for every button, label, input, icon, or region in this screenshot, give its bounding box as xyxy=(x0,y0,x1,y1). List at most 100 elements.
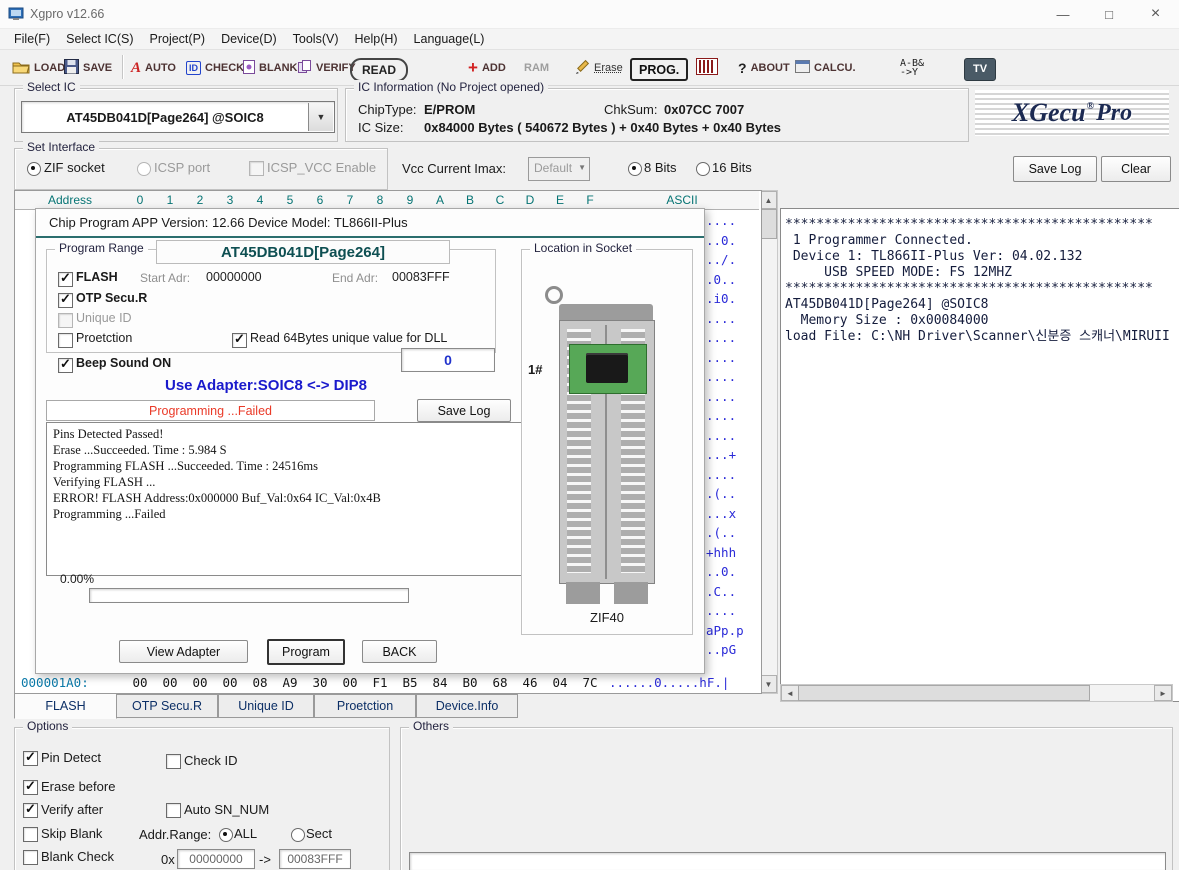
auto-sn-checkbox[interactable] xyxy=(166,803,181,818)
scroll-down-button[interactable]: ▼ xyxy=(760,675,777,693)
otp-checkbox[interactable] xyxy=(58,293,73,308)
folder-icon xyxy=(12,60,30,77)
blank-check-checkbox[interactable] xyxy=(23,850,38,865)
zif-socket-radio[interactable] xyxy=(27,162,41,176)
menu-device[interactable]: Device(D) xyxy=(213,32,285,46)
verify-button[interactable]: VERIFY xyxy=(298,56,356,80)
ascii-fragment: .... xyxy=(706,350,736,365)
ic-combo-dropdown-button[interactable]: ▼ xyxy=(308,103,333,131)
read64-checkbox[interactable] xyxy=(232,333,247,348)
ascii-fragment: .0.. xyxy=(706,272,736,287)
maximize-button[interactable]: □ xyxy=(1086,0,1132,28)
dialog-title: Chip Program xyxy=(49,215,129,230)
calculator-icon xyxy=(795,60,810,76)
window-title: Xgpro v12.66 xyxy=(30,7,104,21)
ic-combo[interactable]: AT45DB041D[Page264] @SOIC8 ▼ xyxy=(21,101,335,133)
skip-blank-checkbox[interactable] xyxy=(23,827,38,842)
view-adapter-button[interactable]: View Adapter xyxy=(119,640,248,663)
scroll-thumb[interactable] xyxy=(760,209,777,239)
log-panel[interactable]: ****************************************… xyxy=(780,208,1179,702)
toolbar: LOAD SAVE A AUTO ID CHECK BLANK VERIFY R… xyxy=(0,49,1179,86)
hex-byte: 7C xyxy=(575,675,605,690)
ram-button[interactable]: RAM xyxy=(524,56,549,80)
erase-button[interactable]: Erase xyxy=(574,56,623,80)
pin-detect-checkbox[interactable] xyxy=(23,751,38,766)
vcc-dropdown[interactable]: Default ▼ xyxy=(528,157,590,181)
beep-checkbox[interactable] xyxy=(58,358,73,373)
tab-device-info[interactable]: Device.Info xyxy=(416,694,518,718)
tv-button[interactable]: TV xyxy=(964,57,996,81)
check-id-checkbox[interactable] xyxy=(166,754,181,769)
add-button[interactable]: + ADD xyxy=(468,56,506,80)
back-button[interactable]: BACK xyxy=(362,640,437,663)
range-end-input[interactable]: 00083FFF xyxy=(279,849,351,869)
erase-before-checkbox[interactable] xyxy=(23,780,38,795)
tab-unique-id[interactable]: Unique ID xyxy=(218,694,314,718)
end-adr-label: End Adr: xyxy=(332,271,378,285)
dialog-log-box[interactable]: Pins Detected Passed! Erase ...Succeeded… xyxy=(46,422,523,576)
bits8-radio[interactable] xyxy=(628,162,642,176)
hex-byte: 00 xyxy=(335,675,365,690)
load-button[interactable]: LOAD xyxy=(12,56,65,80)
minimize-button[interactable]: — xyxy=(1040,0,1086,28)
auto-button[interactable]: A AUTO xyxy=(131,56,176,80)
icsp-vcc-checkbox[interactable] xyxy=(249,161,264,176)
dialog-save-log-button[interactable]: Save Log xyxy=(417,399,511,422)
bits16-label: 16 Bits xyxy=(712,160,752,175)
calcu-button[interactable]: CALCU. xyxy=(795,56,856,80)
tab-otp-secu-r[interactable]: OTP Secu.R xyxy=(116,694,218,718)
menu-language[interactable]: Language(L) xyxy=(406,32,493,46)
icsp-port-radio[interactable] xyxy=(137,162,151,176)
flash-checkbox[interactable] xyxy=(58,272,73,287)
read-button[interactable]: READ xyxy=(350,58,408,82)
blank-button[interactable]: BLANK xyxy=(243,56,298,80)
ascii-fragment: .... xyxy=(706,369,736,384)
hex-prefix-label: 0x xyxy=(161,852,175,867)
menu-file[interactable]: File(F) xyxy=(6,32,58,46)
tab-flash[interactable]: FLASH xyxy=(14,693,117,719)
adapter-note: Use Adapter:SOIC8 <-> DIP8 xyxy=(96,377,436,394)
menu-select-ic[interactable]: Select IC(S) xyxy=(58,32,141,46)
hex-byte: A9 xyxy=(275,675,305,690)
unique-id-checkbox[interactable] xyxy=(58,313,73,328)
start-adr-label: Start Adr: xyxy=(140,271,190,285)
prog-button[interactable]: PROG. xyxy=(630,58,688,81)
scroll-up-button[interactable]: ▲ xyxy=(760,191,777,209)
range-start-input[interactable]: 00000000 xyxy=(177,849,255,869)
ascii-fragment: ..pG xyxy=(706,642,736,657)
question-icon: ? xyxy=(738,60,747,76)
bits16-radio[interactable] xyxy=(696,162,710,176)
hex-byte: 46 xyxy=(515,675,545,690)
blank-label: BLANK xyxy=(259,62,298,74)
others-title: Others xyxy=(409,719,453,733)
log-line: ****************************************… xyxy=(785,281,1176,297)
others-input[interactable] xyxy=(409,852,1166,870)
stripes-icon-button[interactable] xyxy=(696,56,718,80)
protection-checkbox[interactable] xyxy=(58,333,73,348)
program-button[interactable]: Program xyxy=(267,639,345,665)
about-button[interactable]: ? ABOUT xyxy=(738,56,790,80)
save-log-button[interactable]: Save Log xyxy=(1013,156,1097,182)
clear-button[interactable]: Clear xyxy=(1101,156,1171,182)
ascii-fragment: +hhh xyxy=(706,545,736,560)
logic-button[interactable]: A-B& ->Y xyxy=(900,56,924,80)
ascii-fragment: .(.. xyxy=(706,486,736,501)
scroll-thumb[interactable] xyxy=(798,685,1090,701)
menu-project[interactable]: Project(P) xyxy=(142,32,214,46)
save-button[interactable]: SAVE xyxy=(64,56,112,80)
close-button[interactable]: × xyxy=(1132,0,1179,28)
menu-help[interactable]: Help(H) xyxy=(346,32,405,46)
scroll-right-button[interactable]: ► xyxy=(1154,685,1172,701)
verify-after-checkbox[interactable] xyxy=(23,803,38,818)
scroll-left-button[interactable]: ◄ xyxy=(781,685,799,701)
check-button[interactable]: ID CHECK xyxy=(186,56,244,80)
socket-position-label: 1# xyxy=(528,362,542,377)
progress-bar xyxy=(89,588,409,603)
icsp-vcc-label: ICSP_VCC Enable xyxy=(267,160,376,175)
log-horizontal-scrollbar[interactable]: ◄ ► xyxy=(780,684,1173,702)
menu-tools[interactable]: Tools(V) xyxy=(285,32,347,46)
addr-range-all-radio[interactable] xyxy=(219,828,233,842)
hex-byte: 08 xyxy=(245,675,275,690)
addr-range-sect-radio[interactable] xyxy=(291,828,305,842)
tab-protection[interactable]: Proetction xyxy=(314,694,416,718)
